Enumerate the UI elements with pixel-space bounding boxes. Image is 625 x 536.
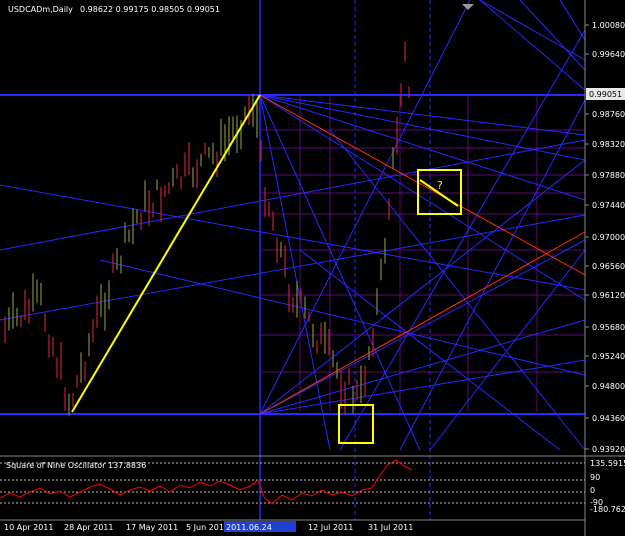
oscillator-title: Square of Nine Oscillator 137.8836 bbox=[6, 461, 146, 470]
time-tick-label: 17 May 2011 bbox=[126, 523, 178, 532]
price-tick-label: 0.96560 bbox=[592, 262, 625, 271]
oscillator-tick-label: 0 bbox=[590, 486, 595, 495]
price-tick-label: 0.97000 bbox=[592, 233, 625, 242]
price-tick-label: 0.98320 bbox=[592, 140, 625, 149]
time-tick-label: 28 Apr 2011 bbox=[64, 523, 113, 532]
question-mark: ? bbox=[437, 179, 443, 192]
price-tick-label: 0.95680 bbox=[592, 323, 625, 332]
time-tick-label: 31 Jul 2011 bbox=[368, 523, 413, 532]
price-tick-label: 0.97880 bbox=[592, 171, 625, 180]
time-tick-label: 5 Jun 2011 bbox=[186, 523, 229, 532]
price-tick-label: 0.98760 bbox=[592, 110, 625, 119]
ohlc-values: 0.98622 0.99175 0.98505 0.99051 bbox=[80, 5, 220, 14]
trading-chart[interactable]: ? USDCADm,Daily 0.98622 0.99175 0.98505 … bbox=[0, 0, 625, 536]
price-tick-label: 0.97440 bbox=[592, 201, 625, 210]
time-tick-label: 10 Apr 2011 bbox=[4, 523, 53, 532]
price-tick-label: 1.00080 bbox=[592, 21, 625, 30]
oscillator-tick-label: -180.762 bbox=[590, 505, 625, 514]
time-tick-label: 2011.06.24 bbox=[226, 523, 272, 532]
time-axis: 10 Apr 2011 28 Apr 2011 17 May 2011 5 Jun 2… bbox=[4, 521, 413, 532]
price-tick-label: 0.93920 bbox=[592, 445, 625, 454]
current-price-label: 0.99051 bbox=[589, 90, 622, 99]
price-tick-label: 0.96120 bbox=[592, 291, 625, 300]
time-tick-label: 12 Jul 2011 bbox=[308, 523, 353, 532]
price-tick-label: 0.99640 bbox=[592, 50, 625, 59]
price-tick-label: 0.94800 bbox=[592, 382, 625, 391]
oscillator-tick-label: 135.5915 bbox=[590, 459, 625, 468]
price-tick-label: 0.94360 bbox=[592, 414, 625, 423]
symbol-label: USDCADm,Daily bbox=[8, 5, 73, 14]
oscillator-tick-label: 90 bbox=[590, 473, 600, 482]
price-tick-label: 0.95240 bbox=[592, 352, 625, 361]
